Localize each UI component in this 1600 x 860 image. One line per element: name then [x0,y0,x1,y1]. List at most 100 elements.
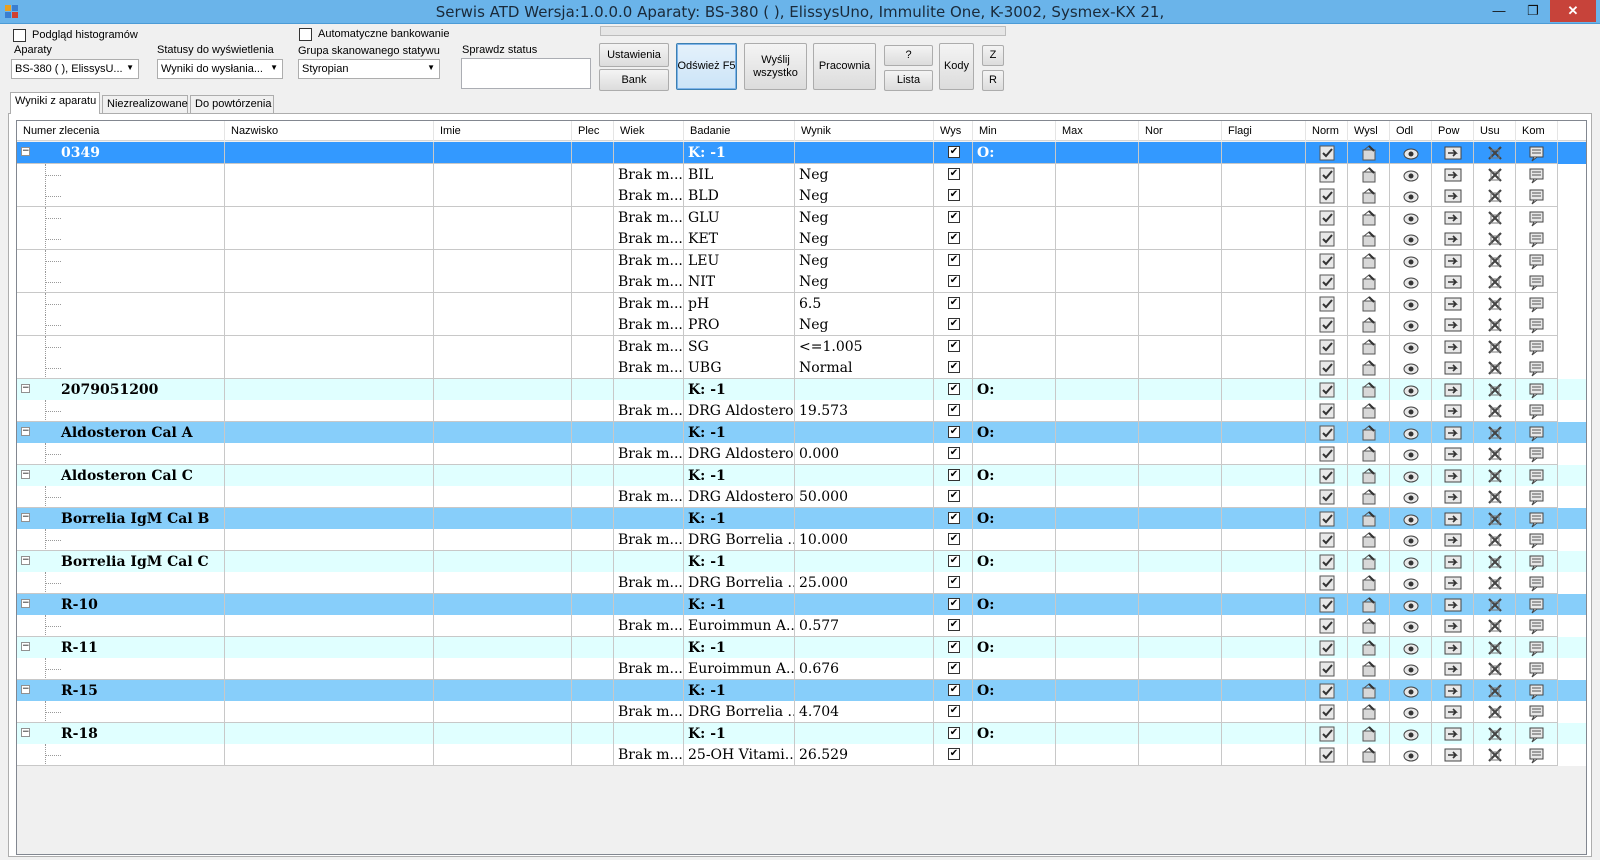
norm-icon[interactable] [1318,725,1336,743]
send-checkbox[interactable]: ✔ [948,662,960,674]
cell-norm[interactable] [1306,163,1348,186]
result-row[interactable]: Brak m... Euroimmun A... 0.676 ✔ [17,658,1586,680]
cell-wysl[interactable] [1348,722,1390,745]
cell-kom[interactable] [1516,507,1558,530]
wysl-icon[interactable] [1360,381,1378,399]
usu-icon[interactable] [1486,381,1504,399]
cell-pow[interactable] [1432,378,1474,401]
cell-norm[interactable] [1306,314,1348,336]
kom-icon[interactable] [1528,467,1546,485]
cell-odl[interactable] [1390,744,1432,766]
odl-icon[interactable] [1402,617,1420,635]
odl-icon[interactable] [1402,295,1420,313]
wysl-icon[interactable] [1360,316,1378,334]
cell-kom[interactable] [1516,529,1558,551]
cell-usu[interactable] [1474,572,1516,594]
cell-norm[interactable] [1306,658,1348,680]
cell-wysl[interactable] [1348,658,1390,680]
cell-norm[interactable] [1306,507,1348,530]
cell-usu[interactable] [1474,400,1516,422]
result-row[interactable]: Brak m... Euroimmun A... 0.577 ✔ [17,615,1586,637]
collapse-icon[interactable]: − [21,555,30,565]
send-checkbox[interactable]: ✔ [948,748,960,760]
cell-wysl[interactable] [1348,292,1390,315]
cell-norm[interactable] [1306,185,1348,207]
cell-odl[interactable] [1390,636,1432,659]
result-row[interactable]: Brak m... KET Neg ✔ [17,228,1586,250]
norm-icon[interactable] [1318,359,1336,377]
norm-icon[interactable] [1318,574,1336,592]
cell-odl[interactable] [1390,228,1432,250]
wysl-icon[interactable] [1360,295,1378,313]
result-row[interactable]: Brak m... DRG Aldosteron 0.000 ✔ [17,443,1586,465]
lista-button[interactable]: Lista [884,70,933,91]
cell-kom[interactable] [1516,615,1558,637]
cell-wysl[interactable] [1348,314,1390,336]
cell-kom[interactable] [1516,249,1558,272]
wysl-icon[interactable] [1360,639,1378,657]
odl-icon[interactable] [1402,660,1420,678]
cell-wysl[interactable] [1348,572,1390,594]
cell-kom[interactable] [1516,314,1558,336]
wysl-icon[interactable] [1360,424,1378,442]
send-checkbox[interactable]: ✔ [948,318,960,330]
cell-wysl[interactable] [1348,701,1390,723]
cell-norm[interactable] [1306,615,1348,637]
usu-icon[interactable] [1486,574,1504,592]
pow-icon[interactable] [1444,359,1462,377]
norm-icon[interactable] [1318,488,1336,506]
kom-icon[interactable] [1528,166,1546,184]
cell-usu[interactable] [1474,486,1516,508]
send-checkbox[interactable]: ✔ [948,705,960,717]
odl-icon[interactable] [1402,359,1420,377]
send-checkbox[interactable]: ✔ [948,404,960,416]
cell-pow[interactable] [1432,185,1474,207]
cell-norm[interactable] [1306,378,1348,401]
pow-icon[interactable] [1444,467,1462,485]
cell-usu[interactable] [1474,658,1516,680]
cell-odl[interactable] [1390,292,1432,315]
cell-usu[interactable] [1474,529,1516,551]
odl-icon[interactable] [1402,230,1420,248]
kom-icon[interactable] [1528,402,1546,420]
cell-norm[interactable] [1306,206,1348,229]
cell-usu[interactable] [1474,314,1516,336]
norm-icon[interactable] [1318,682,1336,700]
odl-icon[interactable] [1402,166,1420,184]
norm-icon[interactable] [1318,273,1336,291]
result-row[interactable]: Brak m... DRG Borrelia ... 10.000 ✔ [17,529,1586,551]
order-row[interactable]: − R-11 K: -1 ✔ O: [17,636,1586,659]
pow-icon[interactable] [1444,338,1462,356]
send-checkbox[interactable]: ✔ [948,640,960,653]
cell-pow[interactable] [1432,679,1474,702]
cell-kom[interactable] [1516,679,1558,702]
send-checkbox[interactable]: ✔ [948,619,960,631]
cell-kom[interactable] [1516,292,1558,315]
pow-icon[interactable] [1444,187,1462,205]
header-wysl[interactable]: Wysl [1348,121,1390,141]
cell-usu[interactable] [1474,421,1516,444]
cell-usu[interactable] [1474,271,1516,293]
norm-icon[interactable] [1318,338,1336,356]
pow-icon[interactable] [1444,596,1462,614]
odl-icon[interactable] [1402,381,1420,399]
cell-norm[interactable] [1306,744,1348,766]
cell-pow[interactable] [1432,400,1474,422]
cell-kom[interactable] [1516,658,1558,680]
send-checkbox[interactable]: ✔ [948,167,960,180]
header-flagi[interactable]: Flagi [1222,121,1306,141]
pow-icon[interactable] [1444,402,1462,420]
cell-wysl[interactable] [1348,421,1390,444]
usu-icon[interactable] [1486,725,1504,743]
pow-icon[interactable] [1444,445,1462,463]
cell-wysl[interactable] [1348,507,1390,530]
cell-usu[interactable] [1474,722,1516,745]
odl-icon[interactable] [1402,553,1420,571]
cell-pow[interactable] [1432,228,1474,250]
cell-norm[interactable] [1306,636,1348,659]
send-checkbox[interactable]: ✔ [948,275,960,287]
cell-pow[interactable] [1432,658,1474,680]
collapse-icon[interactable]: − [21,684,30,694]
wysl-icon[interactable] [1360,553,1378,571]
result-row[interactable]: Brak m... GLU Neg ✔ [17,206,1586,229]
